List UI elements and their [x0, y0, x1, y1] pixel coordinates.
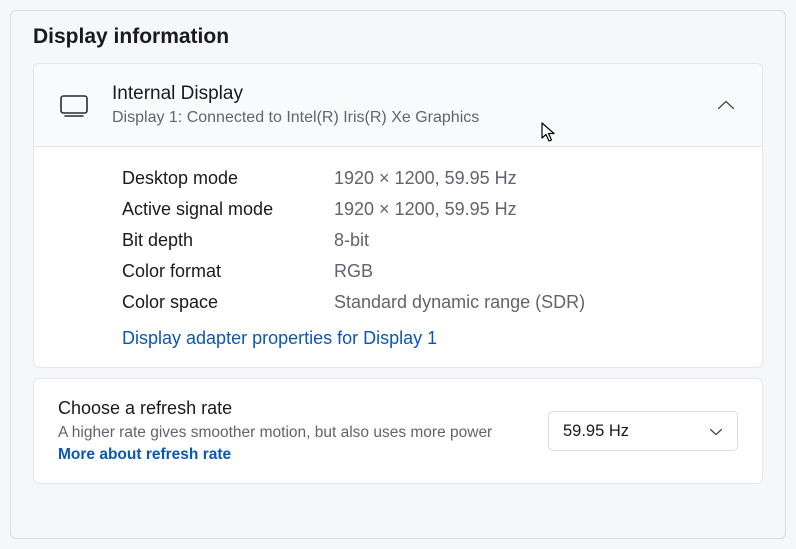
display-information-panel: Display information Internal Display Dis…	[10, 10, 786, 539]
chevron-down-icon	[709, 422, 723, 441]
info-value: Standard dynamic range (SDR)	[334, 292, 585, 313]
refresh-subtitle-text: A higher rate gives smoother motion, but…	[58, 424, 492, 441]
info-row: Color format RGB	[122, 256, 738, 287]
info-label: Desktop mode	[122, 168, 334, 189]
chevron-up-icon	[714, 93, 738, 117]
info-label: Color space	[122, 292, 334, 313]
info-label: Active signal mode	[122, 199, 334, 220]
refresh-subtitle: A higher rate gives smoother motion, but…	[58, 422, 528, 465]
display-card-body: Desktop mode 1920 × 1200, 59.95 Hz Activ…	[34, 147, 762, 367]
refresh-title: Choose a refresh rate	[58, 397, 528, 420]
refresh-rate-dropdown[interactable]: 59.95 Hz	[548, 411, 738, 451]
info-value: 1920 × 1200, 59.95 Hz	[334, 199, 517, 220]
display-subtitle: Display 1: Connected to Intel(R) Iris(R)…	[112, 108, 714, 129]
info-label: Color format	[122, 261, 334, 282]
refresh-text-block: Choose a refresh rate A higher rate give…	[58, 397, 528, 465]
display-card-header[interactable]: Internal Display Display 1: Connected to…	[34, 64, 762, 147]
info-value: 8-bit	[334, 230, 369, 251]
display-header-text: Internal Display Display 1: Connected to…	[112, 82, 714, 128]
info-value: 1920 × 1200, 59.95 Hz	[334, 168, 517, 189]
display-title: Internal Display	[112, 82, 714, 107]
info-label: Bit depth	[122, 230, 334, 251]
info-row: Desktop mode 1920 × 1200, 59.95 Hz	[122, 163, 738, 194]
info-row: Bit depth 8-bit	[122, 225, 738, 256]
monitor-icon	[60, 95, 88, 115]
refresh-rate-card: Choose a refresh rate A higher rate give…	[33, 378, 763, 484]
info-row: Active signal mode 1920 × 1200, 59.95 Hz	[122, 194, 738, 225]
refresh-selected-value: 59.95 Hz	[563, 422, 629, 441]
info-value: RGB	[334, 261, 373, 282]
info-row: Color space Standard dynamic range (SDR)	[122, 287, 738, 318]
more-about-refresh-link[interactable]: More about refresh rate	[58, 446, 231, 463]
internal-display-card: Internal Display Display 1: Connected to…	[33, 63, 763, 368]
display-adapter-link[interactable]: Display adapter properties for Display 1	[122, 328, 437, 349]
section-title: Display information	[33, 25, 763, 49]
